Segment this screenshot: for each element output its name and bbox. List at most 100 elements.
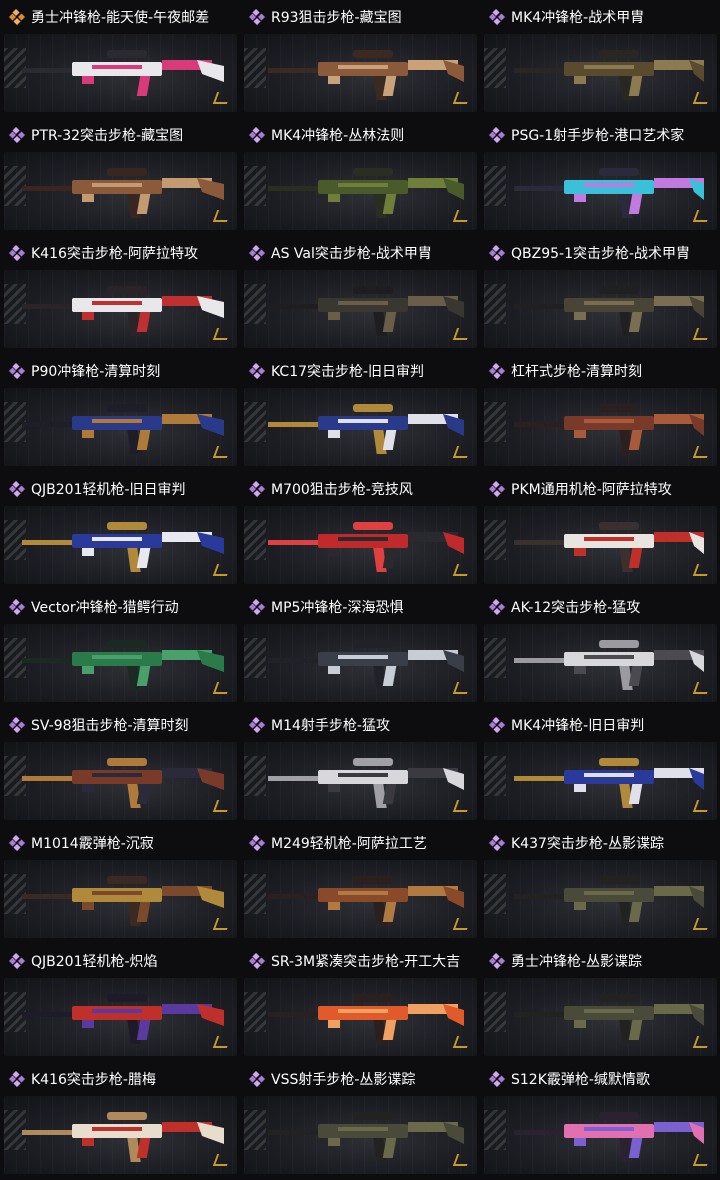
weapon-skin-card[interactable]: QBZ95-1突击步枪-战术甲胄 [480,236,720,354]
weapon-skin-card[interactable]: P90冲锋枪-清算时刻 [0,354,240,472]
rarity-diamond-icon [249,599,265,615]
card-header: MK4冲锋枪-丛林法则 [244,118,477,152]
weapon-image [268,994,464,1044]
rarity-diamond-icon [9,127,25,143]
weapon-skin-card[interactable]: M700狙击步枪-竞技风 [240,472,480,590]
rarity-diamond-icon [489,717,505,733]
weapon-image [268,168,464,218]
weapon-skin-card[interactable]: M249轻机枪-阿萨拉工艺 [240,826,480,944]
weapon-image [514,168,704,218]
weapon-image [22,876,224,926]
rarity-diamond-icon [9,363,25,379]
card-header: K416突击步枪-阿萨拉特攻 [4,236,237,270]
card-header: SR-3M紧凑突击步枪-开工大吉 [244,944,477,978]
weapon-skin-card[interactable]: MK4冲锋枪-旧日审判 [480,708,720,826]
card-header: PKM通用机枪-阿萨拉特攻 [484,472,717,506]
weapon-thumbnail [4,388,237,466]
weapon-skin-name: 勇士冲锋枪-丛影谍踪 [511,954,643,970]
weapon-skin-name: R93狙击步枪-藏宝图 [271,10,402,26]
card-header: SV-98狙击步枪-清算时刻 [4,708,237,742]
weapon-skin-name: K416突击步枪-腊梅 [31,1072,156,1088]
weapon-thumbnail [244,742,477,820]
weapon-image [22,404,224,454]
weapon-skin-card[interactable]: S12K霰弹枪-缄默情歌 [480,1062,720,1180]
weapon-skin-name: K437突击步枪-丛影谍踪 [511,836,664,852]
rarity-diamond-icon [489,953,505,969]
rarity-diamond-icon [489,245,505,261]
weapon-skin-card[interactable]: PTR-32突击步枪-藏宝图 [0,118,240,236]
weapon-skin-card[interactable]: R93狙击步枪-藏宝图 [240,0,480,118]
card-header: QJB201轻机枪-旧日审判 [4,472,237,506]
weapon-skin-name: 杠杆式步枪-清算时刻 [511,364,643,380]
rarity-diamond-icon [489,481,505,497]
weapon-skin-card[interactable]: K416突击步枪-阿萨拉特攻 [0,236,240,354]
rarity-diamond-icon [489,835,505,851]
card-header: PSG-1射手步枪-港口艺术家 [484,118,717,152]
weapon-skin-card[interactable]: AS Val突击步枪-战术甲胄 [240,236,480,354]
rarity-diamond-icon [249,9,265,25]
card-header: R93狙击步枪-藏宝图 [244,0,477,34]
weapon-thumbnail [484,860,717,938]
weapon-image [22,286,224,336]
card-header: M14射手步枪-猛攻 [244,708,477,742]
weapon-thumbnail [244,1096,477,1174]
rarity-diamond-icon [249,717,265,733]
weapon-thumbnail [4,742,237,820]
weapon-skin-name: AK-12突击步枪-猛攻 [511,600,641,616]
weapon-skin-card[interactable]: 杠杆式步枪-清算时刻 [480,354,720,472]
card-header: MP5冲锋枪-深海恐惧 [244,590,477,624]
weapon-skin-card[interactable]: 勇士冲锋枪-丛影谍踪 [480,944,720,1062]
weapon-skin-card[interactable]: M1014霰弹枪-沉寂 [0,826,240,944]
weapon-thumbnail [244,860,477,938]
weapon-skin-name: QJB201轻机枪-炽焰 [31,954,158,970]
weapon-skin-card[interactable]: VSS射手步枪-丛影谍踪 [240,1062,480,1180]
weapon-skin-name: S12K霰弹枪-缄默情歌 [511,1072,650,1088]
card-header: QBZ95-1突击步枪-战术甲胄 [484,236,717,270]
card-header: K437突击步枪-丛影谍踪 [484,826,717,860]
weapon-thumbnail [244,152,477,230]
weapon-thumbnail [4,34,237,112]
weapon-skin-card[interactable]: AK-12突击步枪-猛攻 [480,590,720,708]
weapon-skin-name: QBZ95-1突击步枪-战术甲胄 [511,246,691,262]
weapon-skin-name: Vector冲锋枪-猎鳄行动 [31,600,179,616]
weapon-skin-card[interactable]: QJB201轻机枪-旧日审判 [0,472,240,590]
rarity-diamond-icon [9,9,25,25]
weapon-skin-card[interactable]: K416突击步枪-腊梅 [0,1062,240,1180]
weapon-image [514,994,704,1044]
weapon-skin-name: PKM通用机枪-阿萨拉特攻 [511,482,672,498]
weapon-skin-card[interactable]: M14射手步枪-猛攻 [240,708,480,826]
weapon-image [268,404,464,454]
card-header: MK4冲锋枪-战术甲胄 [484,0,717,34]
weapon-image [268,522,464,572]
weapon-skin-card[interactable]: K437突击步枪-丛影谍踪 [480,826,720,944]
rarity-diamond-icon [9,717,25,733]
weapon-skin-name: PTR-32突击步枪-藏宝图 [31,128,184,144]
weapon-skin-card[interactable]: 勇士冲锋枪-能天使-午夜邮差 [0,0,240,118]
weapon-image [22,1112,224,1162]
weapon-skin-card[interactable]: Vector冲锋枪-猎鳄行动 [0,590,240,708]
weapon-image [22,50,224,100]
weapon-skin-name: MK4冲锋枪-旧日审判 [511,718,645,734]
weapon-thumbnail [484,34,717,112]
weapon-thumbnail [484,152,717,230]
weapon-skin-card[interactable]: PSG-1射手步枪-港口艺术家 [480,118,720,236]
weapon-image [514,286,704,336]
weapon-skin-card[interactable]: MK4冲锋枪-丛林法则 [240,118,480,236]
weapon-skin-card[interactable]: SR-3M紧凑突击步枪-开工大吉 [240,944,480,1062]
weapon-image [268,1112,464,1162]
weapon-skin-card[interactable]: MK4冲锋枪-战术甲胄 [480,0,720,118]
rarity-diamond-icon [489,363,505,379]
weapon-skin-card[interactable]: PKM通用机枪-阿萨拉特攻 [480,472,720,590]
weapon-skin-card[interactable]: SV-98狙击步枪-清算时刻 [0,708,240,826]
weapon-skin-card[interactable]: MP5冲锋枪-深海恐惧 [240,590,480,708]
weapon-thumbnail [244,624,477,702]
card-header: K416突击步枪-腊梅 [4,1062,237,1096]
skin-grid: 勇士冲锋枪-能天使-午夜邮差 R93狙击步枪-藏宝图 MK4冲锋枪-战术甲胄 P… [0,0,720,1180]
weapon-skin-card[interactable]: QJB201轻机枪-炽焰 [0,944,240,1062]
weapon-skin-card[interactable]: KC17突击步枪-旧日审判 [240,354,480,472]
weapon-image [22,168,224,218]
weapon-skin-name: M700狙击步枪-竞技风 [271,482,413,498]
weapon-image [514,522,704,572]
rarity-diamond-icon [9,953,25,969]
rarity-diamond-icon [9,245,25,261]
